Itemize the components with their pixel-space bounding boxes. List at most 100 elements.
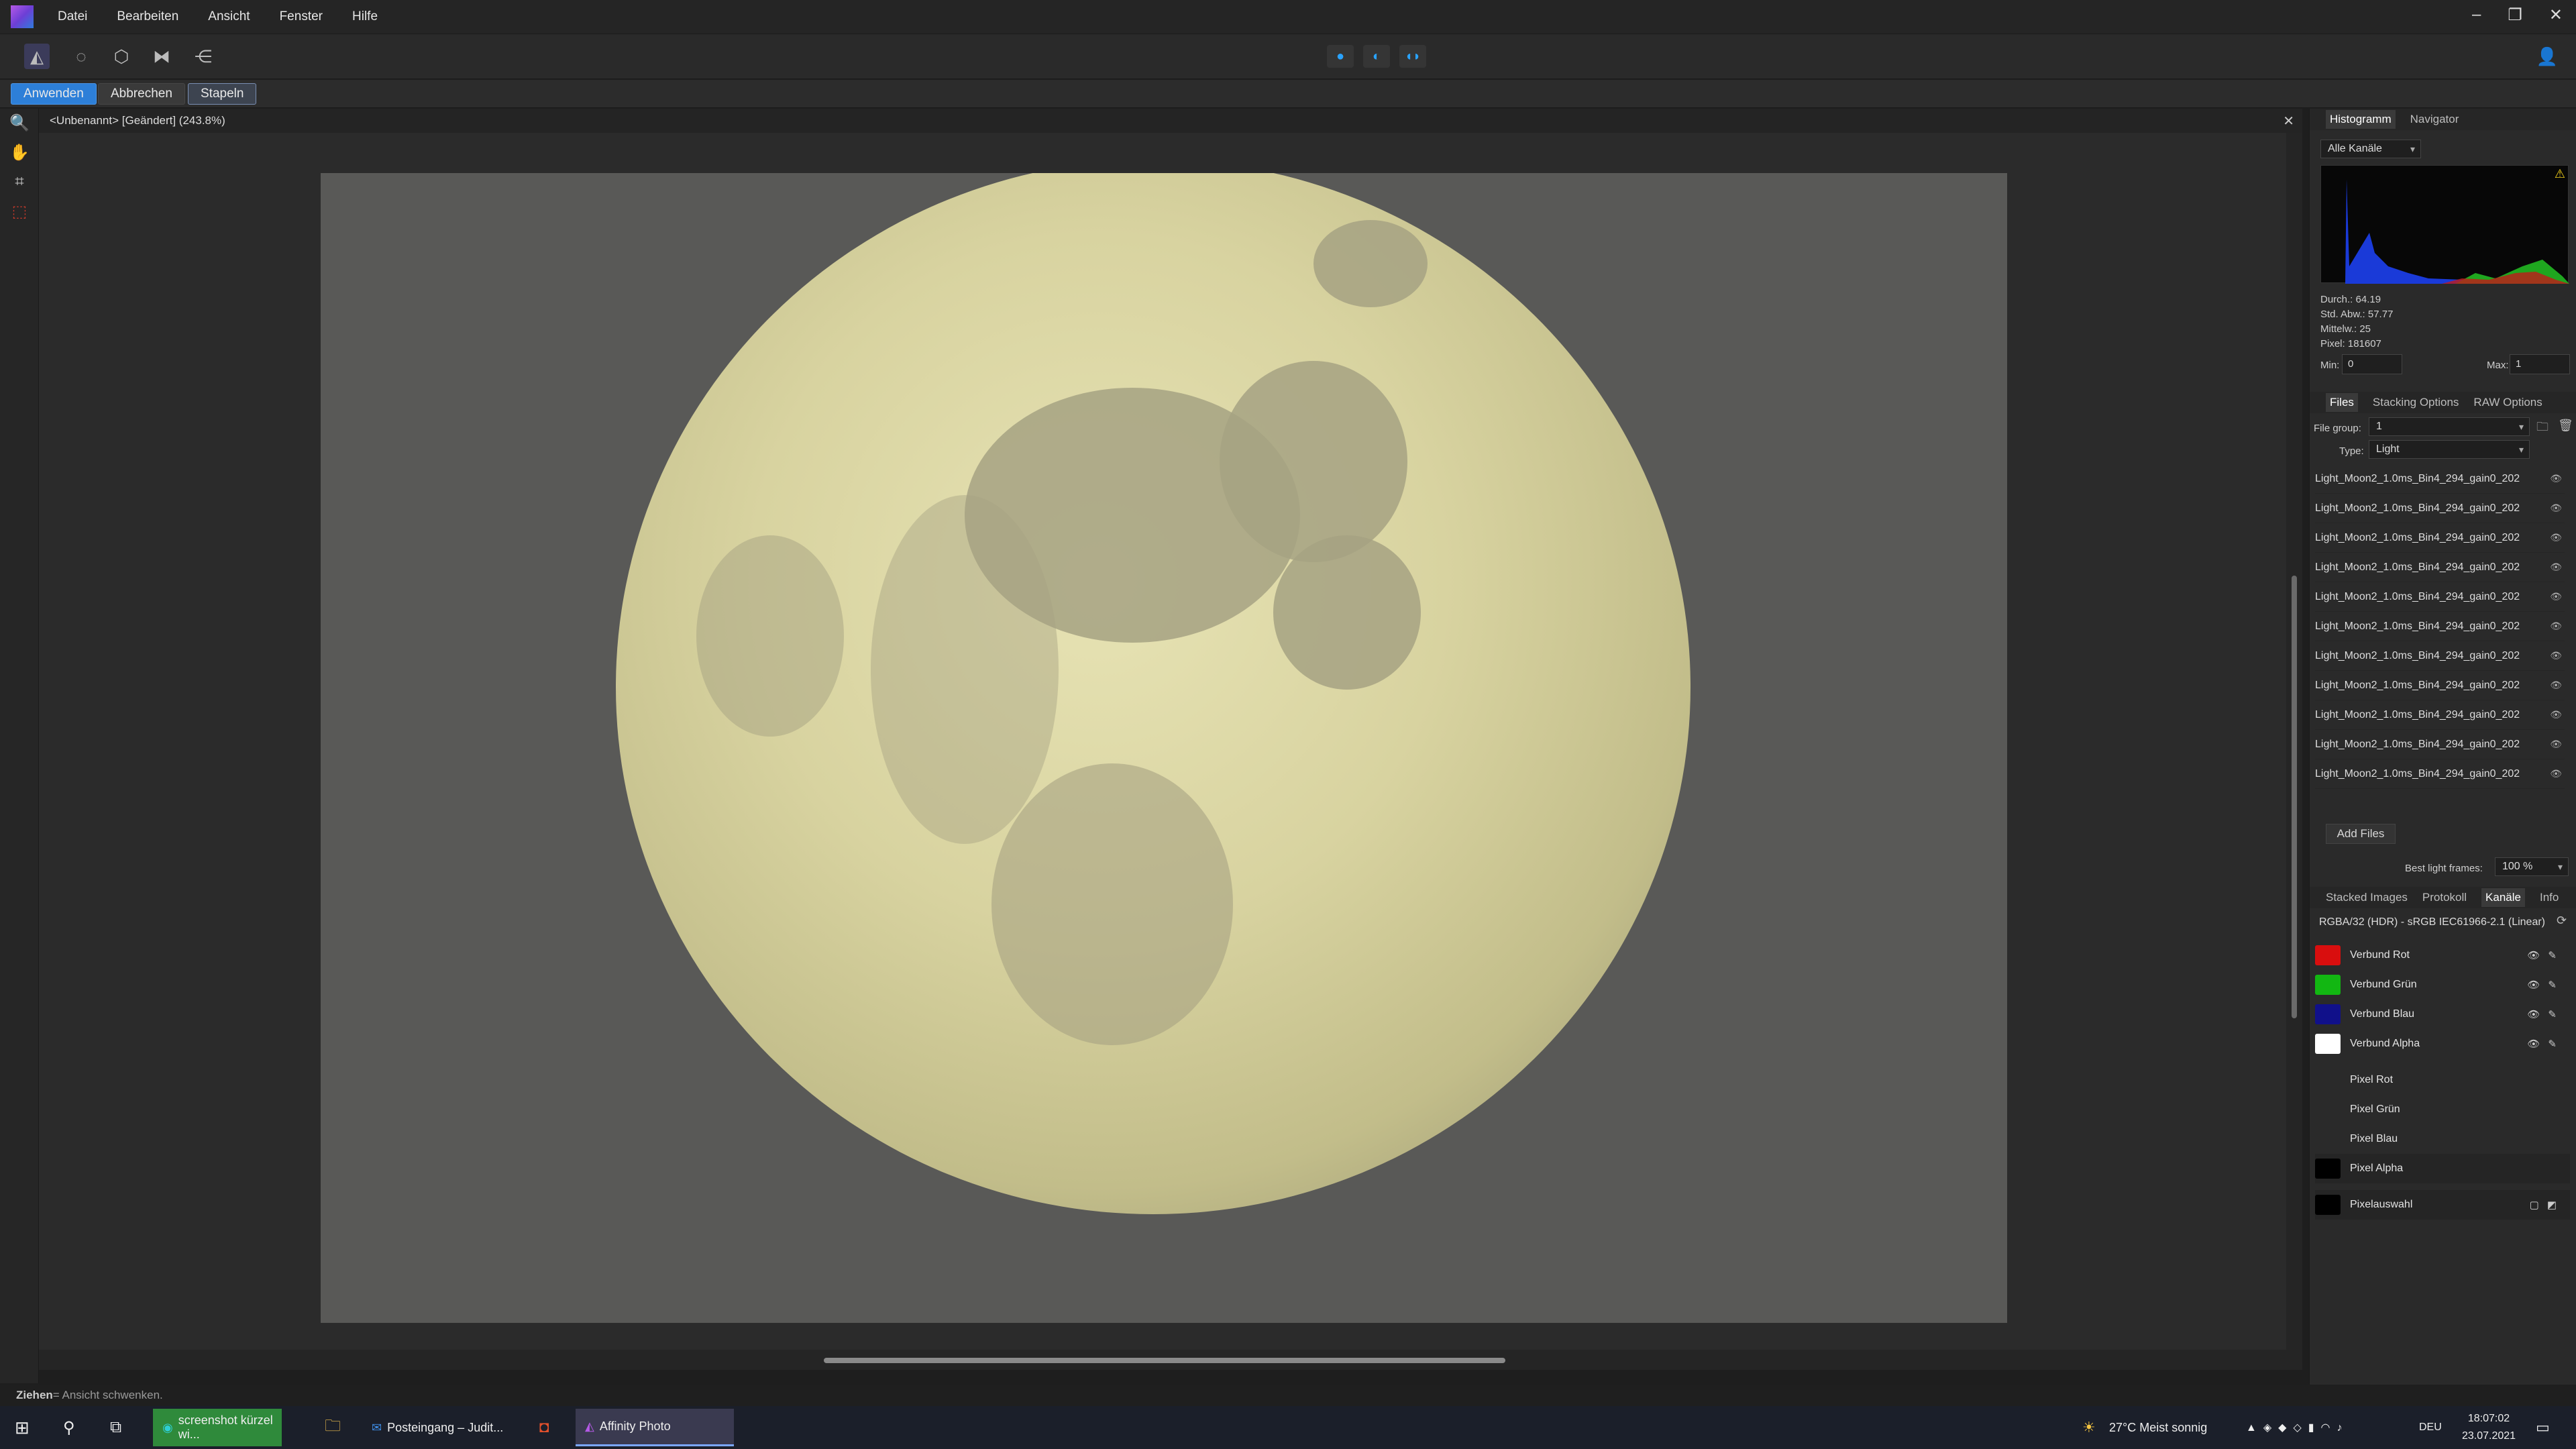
- crop-tool-icon[interactable]: ⌗: [8, 170, 31, 193]
- menu-datei[interactable]: Datei: [58, 9, 87, 24]
- tab-stacked-images[interactable]: Stacked Images: [2326, 891, 2408, 904]
- trash-icon[interactable]: 🗑: [2558, 419, 2573, 433]
- file-explorer-icon[interactable]: 🗀: [315, 1409, 341, 1446]
- zoom-tool-icon[interactable]: 🔍: [8, 111, 31, 134]
- channel-composite-red[interactable]: Verbund Rot 👁✎: [2315, 941, 2570, 970]
- photo-persona-icon[interactable]: ◭: [24, 44, 50, 69]
- tab-histogram[interactable]: Histogramm: [2326, 110, 2396, 129]
- visibility-edit-icons[interactable]: 👁✎: [2527, 979, 2565, 991]
- vertical-scrollbar[interactable]: [2286, 133, 2302, 1350]
- tab-raw-options[interactable]: RAW Options: [2473, 396, 2542, 409]
- weather-icon[interactable]: ☀: [2082, 1406, 2096, 1449]
- eye-icon[interactable]: 👁: [2550, 709, 2562, 720]
- vertical-scroll-thumb[interactable]: [2292, 576, 2297, 1018]
- refresh-icon[interactable]: ⟳: [2557, 914, 2567, 928]
- eye-icon[interactable]: 👁: [2550, 650, 2562, 661]
- tone-mapping-persona-icon[interactable]: ⧓: [149, 44, 174, 69]
- visibility-edit-icons[interactable]: 👁✎: [2527, 949, 2565, 961]
- histogram-channel-select[interactable]: Alle Kanäle: [2320, 140, 2421, 158]
- tab-history[interactable]: Protokoll: [2422, 891, 2467, 904]
- best-frames-select[interactable]: 100 %: [2495, 857, 2569, 876]
- taskbar-affinity-photo[interactable]: ◭ Affinity Photo: [576, 1409, 734, 1446]
- horizontal-scrollbar[interactable]: [39, 1350, 2302, 1370]
- export-persona-icon[interactable]: ⋲: [191, 44, 216, 69]
- eye-icon[interactable]: 👁: [2550, 680, 2562, 691]
- restore-icon[interactable]: ❐: [2508, 5, 2522, 25]
- menu-hilfe[interactable]: Hilfe: [352, 9, 378, 24]
- liquify-persona-icon[interactable]: ◌: [68, 44, 94, 69]
- channel-pixel-alpha[interactable]: Pixel Alpha: [2315, 1154, 2570, 1183]
- notification-icon[interactable]: ▭: [2536, 1406, 2550, 1449]
- tab-files[interactable]: Files: [2326, 393, 2358, 412]
- selection-tool-icon[interactable]: ⬚: [8, 200, 31, 223]
- max-input[interactable]: 1: [2510, 354, 2570, 374]
- view-mirror-icon[interactable]: ◖◗: [1399, 45, 1426, 68]
- develop-persona-icon[interactable]: ⬡: [109, 44, 134, 69]
- visibility-edit-icons[interactable]: 👁✎: [2527, 1008, 2565, 1020]
- hand-tool-icon[interactable]: ✋: [8, 141, 31, 164]
- minimize-icon[interactable]: –: [2472, 5, 2481, 25]
- eye-icon[interactable]: 👁: [2550, 621, 2562, 632]
- folder-icon[interactable]: 🗀: [2536, 419, 2548, 439]
- tray-icons[interactable]: ▲◈◆◇▮◠♪: [2246, 1406, 2349, 1449]
- stack-button[interactable]: Stapeln: [188, 83, 257, 105]
- weather-text[interactable]: 27°C Meist sonnig: [2109, 1406, 2207, 1449]
- type-select[interactable]: Light: [2369, 440, 2530, 459]
- office-icon[interactable]: ◘: [530, 1409, 549, 1446]
- tab-info[interactable]: Info: [2540, 891, 2559, 904]
- list-item[interactable]: Light_Moon2_1.0ms_Bin4_294_gain0_202 👁: [2315, 641, 2565, 671]
- taskbar-mail[interactable]: ✉ Posteingang – Judit...: [362, 1409, 514, 1446]
- menu-fenster[interactable]: Fenster: [280, 9, 323, 24]
- min-input[interactable]: 0: [2342, 354, 2402, 374]
- file-group-select[interactable]: 1: [2369, 417, 2530, 436]
- menu-bearbeiten[interactable]: Bearbeiten: [117, 9, 178, 24]
- list-item[interactable]: Light_Moon2_1.0ms_Bin4_294_gain0_202 👁: [2315, 759, 2565, 789]
- list-item[interactable]: Light_Moon2_1.0ms_Bin4_294_gain0_202 👁: [2315, 553, 2565, 582]
- menu-ansicht[interactable]: Ansicht: [208, 9, 250, 24]
- taskbar-edge[interactable]: ◉ screenshot kürzel wi...: [153, 1409, 282, 1446]
- tab-navigator[interactable]: Navigator: [2410, 113, 2459, 126]
- channel-pixel-blue[interactable]: Pixel Blau: [2315, 1124, 2570, 1154]
- account-icon[interactable]: 👤: [2534, 44, 2560, 69]
- task-view-icon[interactable]: ⧉: [110, 1406, 121, 1449]
- image-canvas[interactable]: [321, 173, 2007, 1323]
- add-files-button[interactable]: Add Files: [2326, 824, 2396, 844]
- eye-icon[interactable]: 👁: [2550, 768, 2562, 780]
- channel-composite-alpha[interactable]: Verbund Alpha 👁✎: [2315, 1029, 2570, 1059]
- channel-pixel-selection[interactable]: Pixelauswahl ▢◩: [2315, 1190, 2570, 1220]
- view-original-icon[interactable]: ●: [1327, 45, 1354, 68]
- eye-icon[interactable]: 👁: [2550, 591, 2562, 602]
- eye-icon[interactable]: 👁: [2550, 502, 2562, 514]
- list-item[interactable]: Light_Moon2_1.0ms_Bin4_294_gain0_202 👁: [2315, 671, 2565, 700]
- list-item[interactable]: Light_Moon2_1.0ms_Bin4_294_gain0_202 👁: [2315, 464, 2565, 494]
- eye-icon[interactable]: 👁: [2550, 739, 2562, 750]
- apply-button[interactable]: Anwenden: [11, 83, 97, 105]
- view-split-icon[interactable]: ◐: [1363, 45, 1390, 68]
- list-item[interactable]: Light_Moon2_1.0ms_Bin4_294_gain0_202 👁: [2315, 582, 2565, 612]
- close-icon[interactable]: ✕: [2549, 5, 2563, 25]
- search-icon[interactable]: ⚲: [63, 1406, 75, 1449]
- close-document-icon[interactable]: ✕: [2283, 113, 2294, 129]
- horizontal-scroll-thumb[interactable]: [824, 1358, 1505, 1363]
- eye-icon[interactable]: 👁: [2550, 561, 2562, 573]
- list-item[interactable]: Light_Moon2_1.0ms_Bin4_294_gain0_202 👁: [2315, 700, 2565, 730]
- cancel-button[interactable]: Abbrechen: [98, 83, 185, 105]
- channel-pixel-red[interactable]: Pixel Rot: [2315, 1065, 2570, 1095]
- list-item[interactable]: Light_Moon2_1.0ms_Bin4_294_gain0_202 👁: [2315, 730, 2565, 759]
- list-item[interactable]: Light_Moon2_1.0ms_Bin4_294_gain0_202 👁: [2315, 612, 2565, 641]
- channel-composite-blue[interactable]: Verbund Blau 👁✎: [2315, 1000, 2570, 1029]
- list-item[interactable]: Light_Moon2_1.0ms_Bin4_294_gain0_202 👁: [2315, 523, 2565, 553]
- list-item[interactable]: Light_Moon2_1.0ms_Bin4_294_gain0_202 👁: [2315, 494, 2565, 523]
- eye-icon[interactable]: 👁: [2550, 532, 2562, 543]
- tab-stacking-options[interactable]: Stacking Options: [2373, 396, 2459, 409]
- selection-icons[interactable]: ▢◩: [2530, 1199, 2565, 1211]
- channel-pixel-green[interactable]: Pixel Grün: [2315, 1095, 2570, 1124]
- eye-icon[interactable]: 👁: [2550, 473, 2562, 484]
- clock[interactable]: 18:07:02 23.07.2021: [2455, 1410, 2522, 1445]
- language-indicator[interactable]: DEU: [2419, 1406, 2442, 1449]
- tab-channels[interactable]: Kanäle: [2481, 888, 2525, 907]
- channel-composite-green[interactable]: Verbund Grün 👁✎: [2315, 970, 2570, 1000]
- document-tab[interactable]: <Unbenannt> [Geändert] (243.8%) ✕: [39, 109, 2302, 133]
- windows-start-icon[interactable]: ⊞: [15, 1406, 30, 1449]
- visibility-edit-icons[interactable]: 👁✎: [2527, 1038, 2565, 1050]
